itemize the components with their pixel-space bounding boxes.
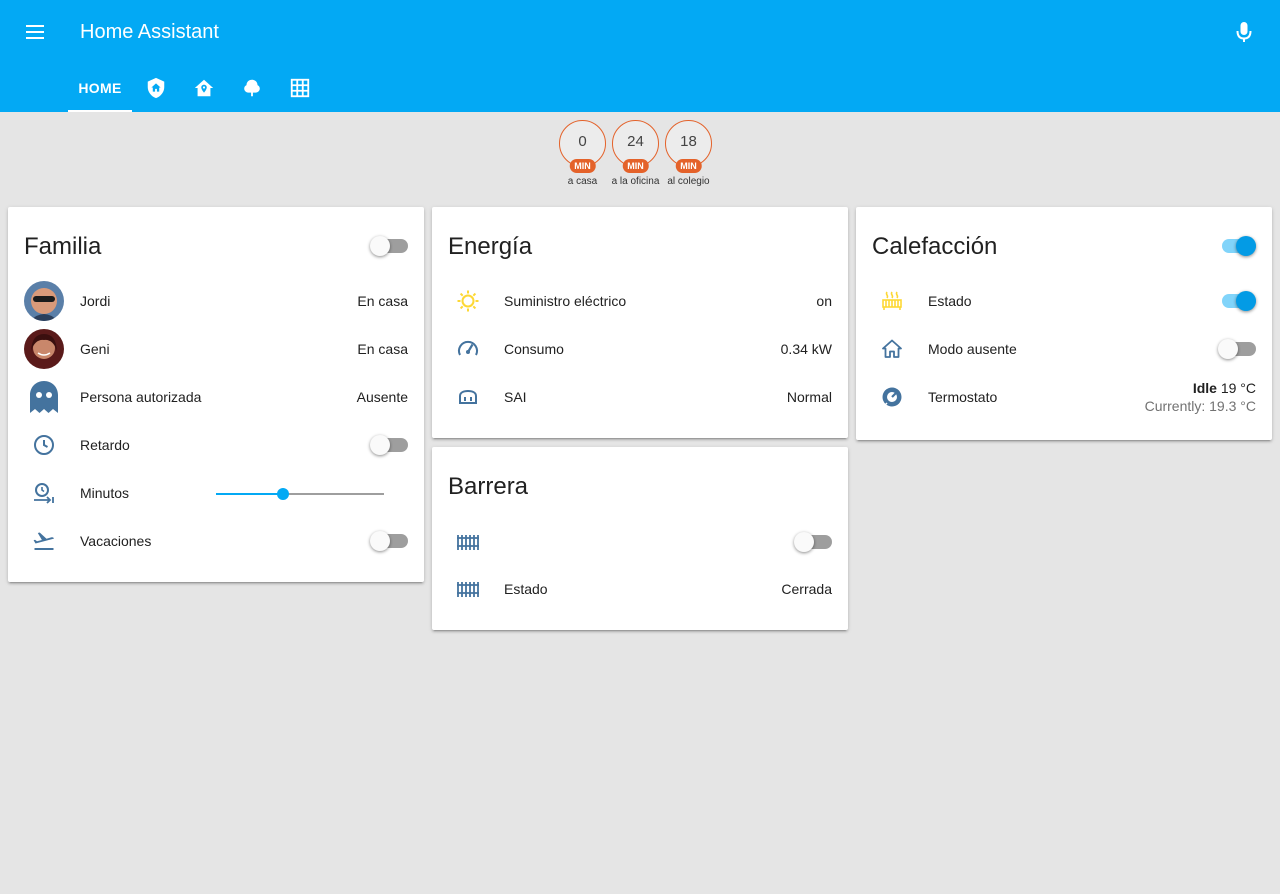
badge-circle: 18 MIN: [665, 120, 712, 173]
entity-name: Geni: [80, 341, 110, 357]
radiator-icon: [872, 281, 912, 321]
entity-name: Retardo: [80, 437, 130, 453]
card-title: Familia: [24, 233, 102, 260]
card-familia: Familia Jordi En casa Geni En casa Perso…: [8, 207, 424, 582]
app-toolbar: Home Assistant HOME: [0, 0, 1280, 112]
modo-ausente-toggle[interactable]: [1218, 338, 1256, 360]
home-outline-icon: [872, 329, 912, 369]
entity-row-barrera-switch: [448, 522, 832, 562]
clock-icon: [24, 425, 64, 465]
entity-state: on: [816, 293, 832, 309]
airplane-takeoff-icon: [24, 521, 64, 561]
badge-unit: MIN: [622, 159, 649, 173]
barrera-toggle[interactable]: [794, 531, 832, 553]
entity-state: En casa: [357, 293, 408, 309]
thermostat-state: Idle 19 °C Currently: 19.3 °C: [1145, 379, 1256, 415]
entity-name: Suministro eléctrico: [504, 293, 627, 309]
entity-row-consumo[interactable]: Consumo 0.34 kW: [448, 329, 832, 369]
entity-row-persona-autorizada[interactable]: Persona autorizada Ausente: [24, 377, 408, 417]
card-barrera: Barrera Estado Cerrada: [432, 447, 848, 630]
badge-value: 18: [680, 133, 697, 150]
speedometer-icon: [448, 329, 488, 369]
timer-arrow-icon: [24, 473, 64, 513]
avatar-geni: [24, 329, 64, 369]
entity-state: 0.34 kW: [780, 341, 832, 357]
thermostat-mode: Idle: [1192, 380, 1217, 396]
entity-row-geni[interactable]: Geni En casa: [24, 329, 408, 369]
badge-circle: 0 MIN: [559, 120, 606, 173]
tab-security[interactable]: [132, 64, 180, 112]
badges-row: 0 MIN a casa 24 MIN a la oficina 18 MIN …: [556, 120, 715, 187]
entity-name: Estado: [504, 581, 548, 597]
badge-label: a la oficina: [611, 176, 660, 187]
calefaccion-estado-toggle[interactable]: [1218, 290, 1256, 312]
badge-circle: 24 MIN: [612, 120, 659, 173]
badge-label: al colegio: [667, 176, 710, 187]
entity-name: SAI: [504, 389, 527, 405]
card-title: Energía: [448, 233, 533, 260]
grid-icon: [290, 78, 310, 98]
slider-knob[interactable]: [277, 488, 290, 500]
entity-state: Normal: [786, 389, 832, 405]
shield-home-icon: [147, 77, 165, 99]
entity-row-vacaciones: Vacaciones: [24, 521, 408, 561]
entity-row-retardo: Retardo: [24, 425, 408, 465]
microphone-icon[interactable]: [1232, 18, 1256, 46]
card-calefaccion: Calefacción Estado Modo ausente Termosta…: [856, 207, 1272, 440]
tab-garden[interactable]: [228, 64, 276, 112]
badge-travel-home[interactable]: 0 MIN a casa: [556, 120, 609, 187]
familia-group-toggle[interactable]: [370, 235, 408, 257]
entity-name: Modo ausente: [928, 341, 1017, 357]
entity-name: Termostato: [928, 389, 998, 405]
badge-unit: MIN: [569, 159, 596, 173]
entity-name: Vacaciones: [80, 533, 152, 549]
vacaciones-toggle[interactable]: [370, 530, 408, 552]
entity-name: Jordi: [80, 293, 111, 309]
card-title: Barrera: [448, 473, 529, 500]
tab-all[interactable]: [276, 64, 324, 112]
badge-value: 0: [578, 133, 587, 150]
card-title: Calefacción: [872, 233, 998, 260]
badge-value: 24: [627, 133, 644, 150]
tab-home[interactable]: HOME: [68, 64, 132, 112]
card-energia: Energía Suministro eléctrico on Consumo …: [432, 207, 848, 438]
menu-icon[interactable]: [22, 20, 50, 44]
app-title: Home Assistant: [80, 21, 219, 43]
gate-icon: [448, 569, 488, 609]
entity-name: Persona autorizada: [80, 389, 202, 405]
minutos-slider[interactable]: [216, 484, 384, 504]
calefaccion-group-toggle[interactable]: [1218, 235, 1256, 257]
entity-name: Consumo: [504, 341, 564, 357]
retardo-toggle[interactable]: [370, 434, 408, 456]
slider-fill: [216, 493, 284, 495]
thermostat-target: 19 °C: [1220, 380, 1256, 396]
thermostat-icon: [872, 377, 912, 417]
power-plug-sun-icon: [448, 281, 488, 321]
entity-state: Ausente: [356, 389, 408, 405]
entity-row-barrera-estado[interactable]: Estado Cerrada: [448, 569, 832, 609]
gate-icon: [448, 522, 488, 562]
view-tabs: HOME: [68, 64, 324, 112]
badge-travel-office[interactable]: 24 MIN a la oficina: [609, 120, 662, 187]
avatar-jordi: [24, 281, 64, 321]
tab-presence[interactable]: [180, 64, 228, 112]
badge-label: a casa: [567, 176, 598, 187]
badge-travel-school[interactable]: 18 MIN al colegio: [662, 120, 715, 187]
entity-row-modo-ausente: Modo ausente: [872, 329, 1256, 369]
entity-name: Estado: [928, 293, 972, 309]
tree-icon: [244, 79, 260, 97]
entity-row-jordi[interactable]: Jordi En casa: [24, 281, 408, 321]
entity-state: En casa: [357, 341, 408, 357]
entity-row-sai[interactable]: SAI Normal: [448, 377, 832, 417]
thermostat-current: Currently: 19.3 °C: [1144, 398, 1256, 414]
entity-row-calefaccion-estado: Estado: [872, 281, 1256, 321]
home-map-marker-icon: [194, 79, 214, 97]
ghost-icon: [24, 377, 64, 417]
entity-row-suministro[interactable]: Suministro eléctrico on: [448, 281, 832, 321]
badge-unit: MIN: [675, 159, 702, 173]
car-battery-icon: [448, 377, 488, 417]
entity-state: Cerrada: [781, 581, 832, 597]
entity-row-termostato[interactable]: Termostato Idle 19 °C Currently: 19.3 °C: [872, 377, 1256, 417]
